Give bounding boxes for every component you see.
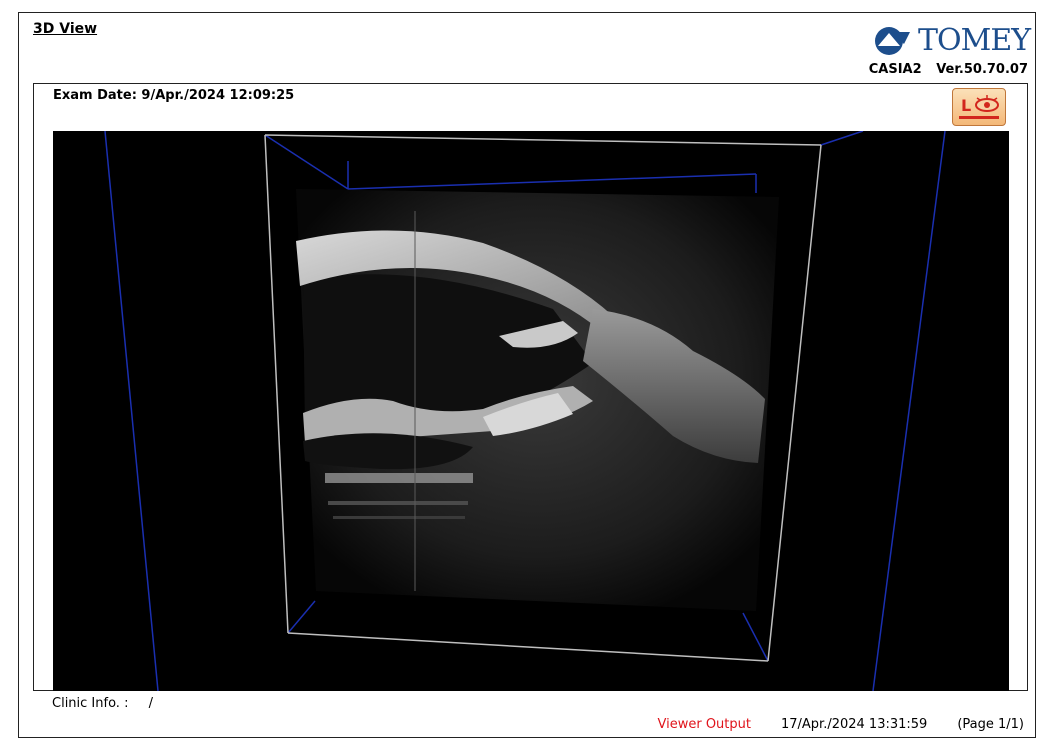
software-version: Ver.50.70.07 xyxy=(936,62,1028,77)
exam-date: Exam Date: 9/Apr./2024 12:09:25 xyxy=(53,88,295,103)
clinic-info-value: / xyxy=(148,696,153,711)
page-title: 3D View xyxy=(33,21,98,37)
tomey-logo: TOMEY xyxy=(874,23,1031,58)
clinic-info-label: Clinic Info. : xyxy=(52,696,129,711)
eye-letter: L xyxy=(961,96,971,115)
brand-name: TOMEY xyxy=(918,23,1031,58)
left-eye-icon: L xyxy=(959,95,999,119)
page-indicator: (Page 1/1) xyxy=(957,717,1024,732)
left-eye-badge: L xyxy=(952,88,1006,126)
model-name: CASIA2 xyxy=(868,62,922,77)
report-footer: Viewer Output 17/Apr./2024 13:31:59 (Pag… xyxy=(658,717,1025,732)
tomey-logo-icon xyxy=(875,27,910,55)
output-datetime: 17/Apr./2024 13:31:59 xyxy=(780,717,928,732)
3d-volume-render xyxy=(104,131,946,691)
clinic-info: Clinic Info. : / xyxy=(52,696,153,711)
model-version: CASIA2 Ver.50.70.07 xyxy=(859,62,1028,77)
3d-oct-viewer[interactable] xyxy=(53,131,1009,691)
viewer-output-label: Viewer Output xyxy=(657,717,751,732)
